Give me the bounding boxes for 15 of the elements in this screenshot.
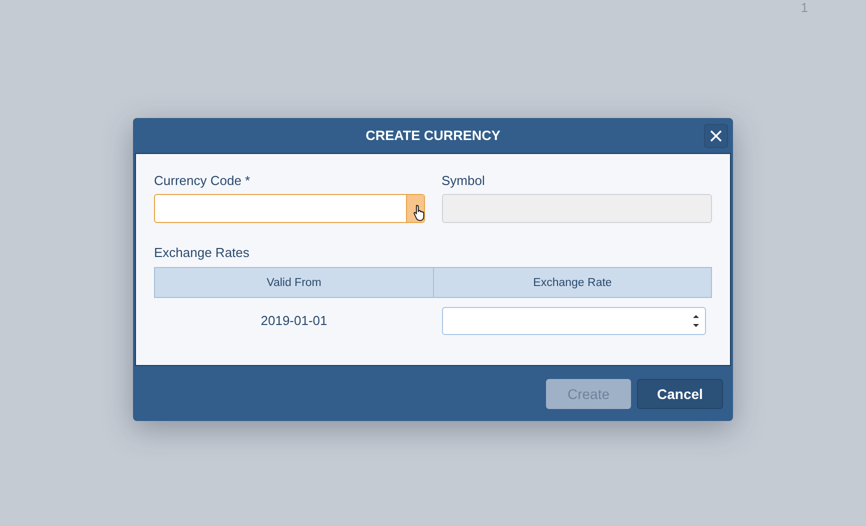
number-field[interactable]: [442, 306, 706, 334]
section-label: Exchange Rates: [154, 245, 250, 260]
close-icon: [710, 130, 722, 142]
cancel-button[interactable]: Cancel: [637, 378, 723, 408]
column-header: Valid From: [154, 267, 434, 298]
dialog-title: CREATE CURRENCY: [366, 128, 500, 143]
page-number: 1: [800, 0, 808, 17]
dropdown-field[interactable]: [154, 194, 424, 223]
spinner-icon: [693, 314, 699, 328]
column-header: Exchange Rate: [434, 267, 712, 298]
field-label: Symbol: [442, 173, 486, 188]
close-button[interactable]: [704, 124, 728, 148]
hand-cursor-icon: [412, 204, 426, 221]
table-cell: 2019-01-01: [260, 313, 328, 328]
field-label: Currency Code *: [154, 173, 252, 188]
